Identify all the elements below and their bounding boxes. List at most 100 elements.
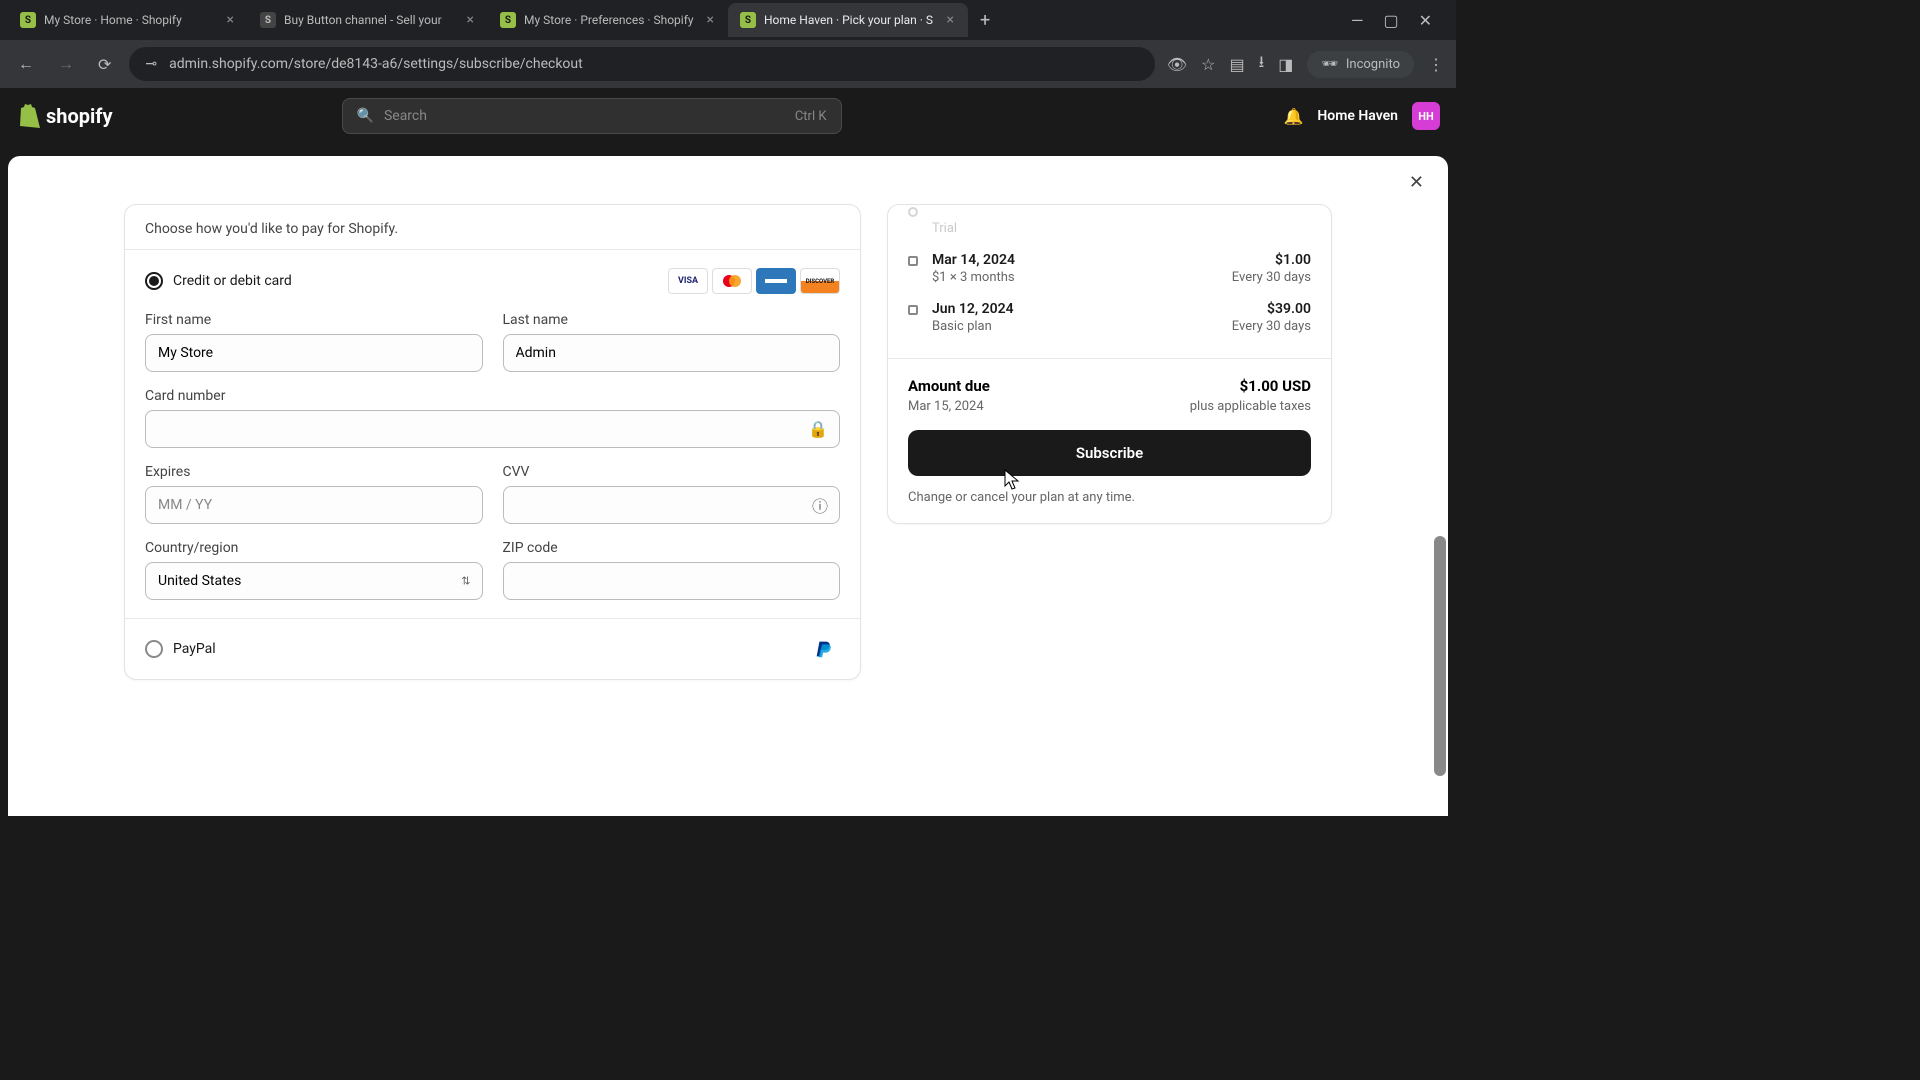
- shopify-logo[interactable]: shopify: [16, 103, 113, 129]
- amount-due-section: Amount due $1.00 USD Mar 15, 2024 plus a…: [888, 358, 1331, 523]
- timeline-period: Every 30 days: [1232, 270, 1311, 285]
- timeline-item: Today Trial Free: [908, 204, 1311, 244]
- country-select[interactable]: United States: [145, 562, 483, 600]
- payment-subtitle: Choose how you'd like to pay for Shopify…: [145, 221, 840, 237]
- timeline-period: Every 30 days: [1232, 319, 1311, 334]
- close-icon[interactable]: ✕: [1409, 172, 1424, 193]
- timeline-date: Mar 14, 2024: [932, 252, 1218, 268]
- shopify-bag-icon: [16, 103, 40, 129]
- eye-off-icon[interactable]: 👁: [1167, 55, 1187, 74]
- discover-icon: DISCOVER: [800, 268, 840, 294]
- search-placeholder: Search: [384, 108, 427, 124]
- first-name-input[interactable]: [145, 334, 483, 372]
- lock-icon: 🔒: [808, 420, 828, 439]
- cvv-input[interactable]: [503, 486, 841, 524]
- last-name-input[interactable]: [503, 334, 841, 372]
- card-number-input[interactable]: [145, 410, 840, 448]
- maximize-icon[interactable]: ▢: [1383, 11, 1398, 30]
- expires-input[interactable]: [145, 486, 483, 524]
- tab-title: My Store · Preferences · Shopify: [524, 13, 697, 27]
- sidepanel-icon[interactable]: ◨: [1278, 55, 1293, 74]
- payment-panel: Choose how you'd like to pay for Shopify…: [124, 204, 861, 680]
- scrollbar-thumb[interactable]: [1434, 536, 1446, 776]
- shopify-favicon: S: [20, 12, 36, 28]
- modal-scroll[interactable]: Choose how you'd like to pay for Shopify…: [8, 156, 1448, 816]
- timeline-date: Jun 12, 2024: [932, 301, 1218, 317]
- reload-button[interactable]: ⟳: [92, 49, 117, 80]
- cvv-field: CVV ⓘ: [503, 464, 841, 524]
- address-bar: ← → ⟳ ⊸ admin.shopify.com/store/de8143-a…: [0, 40, 1456, 88]
- card-number-field: Card number 🔒: [145, 388, 840, 448]
- amex-icon: [756, 268, 796, 294]
- tab-strip: S My Store · Home · Shopify × S Buy Butt…: [0, 0, 1456, 40]
- amount-due-value: $1.00 USD: [1240, 377, 1311, 395]
- menu-icon[interactable]: ⋮: [1428, 55, 1444, 74]
- search-input[interactable]: 🔍 Search Ctrl K: [342, 98, 842, 134]
- bullet-icon: [908, 305, 918, 315]
- shopify-favicon: S: [500, 12, 516, 28]
- radio-checked-icon[interactable]: [145, 272, 163, 290]
- favicon: S: [260, 12, 276, 28]
- close-icon[interactable]: ×: [705, 11, 716, 29]
- close-icon[interactable]: ×: [465, 11, 476, 29]
- field-label: CVV: [503, 464, 841, 480]
- credit-card-section: Credit or debit card VISA DISCOVER First…: [125, 249, 860, 618]
- country-field: Country/region United States ⇅: [145, 540, 483, 600]
- browser-tab[interactable]: S My Store · Preferences · Shopify ×: [488, 3, 728, 37]
- expires-field: Expires: [145, 464, 483, 524]
- subscribe-button[interactable]: Subscribe: [908, 430, 1311, 476]
- radio-unchecked-icon[interactable]: [145, 640, 163, 658]
- first-name-field: First name: [145, 312, 483, 372]
- paypal-icon: [808, 637, 840, 661]
- store-name[interactable]: Home Haven: [1317, 108, 1398, 124]
- scrollbar[interactable]: [1432, 356, 1448, 816]
- browser-tab[interactable]: S Buy Button channel - Sell your ×: [248, 3, 488, 37]
- field-label: First name: [145, 312, 483, 328]
- field-label: Card number: [145, 388, 840, 404]
- close-icon[interactable]: ×: [945, 11, 956, 29]
- url-input[interactable]: ⊸ admin.shopify.com/store/de8143-a6/sett…: [129, 47, 1154, 81]
- zip-input[interactable]: [503, 562, 841, 600]
- brand-text: shopify: [46, 104, 113, 128]
- field-label: Country/region: [145, 540, 483, 556]
- amount-due-label: Amount due: [908, 377, 990, 395]
- extension-icon[interactable]: ▤: [1230, 55, 1245, 74]
- timeline-sub: Basic plan: [932, 319, 1218, 334]
- minimize-icon[interactable]: —: [1351, 11, 1364, 30]
- paypal-section[interactable]: PayPal: [125, 618, 860, 679]
- download-icon[interactable]: ⭳: [1259, 51, 1265, 78]
- credit-card-radio-row[interactable]: Credit or debit card VISA DISCOVER: [145, 268, 840, 294]
- close-window-icon[interactable]: ✕: [1419, 11, 1432, 30]
- incognito-icon: 🕶: [1321, 57, 1338, 72]
- browser-tab[interactable]: S My Store · Home · Shopify ×: [8, 3, 248, 37]
- site-info-icon[interactable]: ⊸: [145, 56, 157, 72]
- browser-tab-active[interactable]: S Home Haven · Pick your plan · S ×: [728, 3, 968, 37]
- tab-title: Home Haven · Pick your plan · S: [764, 13, 937, 27]
- incognito-badge[interactable]: 🕶 Incognito: [1307, 51, 1414, 78]
- paypal-label: PayPal: [173, 641, 216, 657]
- field-label: ZIP code: [503, 540, 841, 556]
- last-name-field: Last name: [503, 312, 841, 372]
- checkout-modal: ✕ Choose how you'd like to pay for Shopi…: [8, 156, 1448, 816]
- bell-icon[interactable]: 🔔: [1283, 107, 1303, 126]
- header-right: 🔔 Home Haven HH: [1283, 102, 1440, 130]
- timeline-sub: $1 × 3 months: [932, 270, 1218, 285]
- browser-chrome: S My Store · Home · Shopify × S Buy Butt…: [0, 0, 1456, 88]
- forward-button[interactable]: →: [52, 48, 80, 80]
- info-icon[interactable]: ⓘ: [812, 493, 828, 517]
- card-brand-logos: VISA DISCOVER: [668, 268, 840, 294]
- field-label: Last name: [503, 312, 841, 328]
- new-tab-button[interactable]: +: [968, 2, 1002, 39]
- credit-card-label: Credit or debit card: [173, 273, 292, 289]
- back-button[interactable]: ←: [12, 48, 40, 80]
- avatar[interactable]: HH: [1412, 102, 1440, 130]
- billing-timeline: Today Trial Free Mar 14, 2024 $1 × 3 mon…: [888, 205, 1331, 358]
- zip-field: ZIP code: [503, 540, 841, 600]
- timeline-price: $1.00: [1232, 252, 1311, 268]
- bookmark-icon[interactable]: ☆: [1201, 55, 1215, 74]
- field-label: Expires: [145, 464, 483, 480]
- summary-panel: Today Trial Free Mar 14, 2024 $1 × 3 mon…: [887, 204, 1332, 524]
- close-icon[interactable]: ×: [225, 11, 236, 29]
- search-icon: 🔍: [357, 108, 374, 124]
- tab-title: My Store · Home · Shopify: [44, 13, 217, 27]
